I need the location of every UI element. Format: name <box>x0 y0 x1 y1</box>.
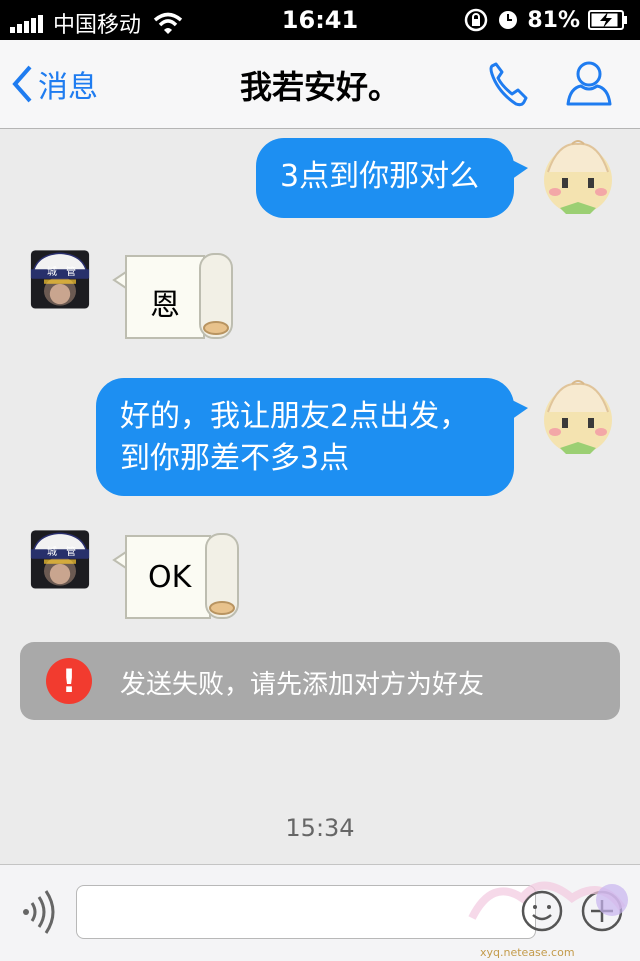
my-avatar[interactable] <box>538 376 618 456</box>
my-avatar[interactable] <box>538 136 618 216</box>
badge-right-char: 管 <box>66 265 76 278</box>
error-icon: ! <box>46 658 92 704</box>
voice-input-icon[interactable] <box>18 889 58 935</box>
status-bar: 中国移动 16:41 81% <box>0 0 640 40</box>
rotation-lock-icon <box>465 8 488 32</box>
watermark-logo-icon <box>468 881 628 920</box>
message-text: OK <box>148 560 192 595</box>
badge-left-char: 城 <box>47 546 57 558</box>
status-right: 81% <box>455 7 628 33</box>
battery-percentage: 81% <box>527 7 580 33</box>
message-timestamp: 15:34 <box>285 814 355 842</box>
message-text: 恩 <box>150 288 180 323</box>
watermark-text: xyq.netease.com <box>480 946 575 959</box>
message-bubble-outgoing[interactable]: 3点到你那对么 <box>256 138 528 218</box>
message-bubble-outgoing[interactable]: 好的，我让朋友2点出发， 到你那差不多3点 <box>96 378 528 496</box>
contact-icon[interactable] <box>564 58 614 108</box>
battery-charging-icon <box>588 10 627 30</box>
message-text-line: 好的，我让朋友2点出发， <box>120 399 470 434</box>
phone-icon[interactable] <box>486 60 530 108</box>
message-text: 3点到你那对么 <box>280 159 480 194</box>
contact-avatar[interactable]: 城 管 <box>20 230 100 310</box>
notice-text: 发送失败，请先添加对方为好友 <box>120 670 485 700</box>
badge-left-char: 城 <box>47 266 57 278</box>
send-failed-notice: ! 发送失败，请先添加对方为好友 <box>20 642 620 720</box>
badge-right-char: 管 <box>66 545 76 558</box>
alarm-icon <box>499 11 518 29</box>
message-text-line: 到你那差不多3点 <box>120 441 350 476</box>
contact-avatar[interactable]: 城 管 <box>20 510 100 590</box>
chat-title: 我若安好。 <box>239 68 400 106</box>
nav-bar: 消息 我若安好。 <box>0 40 640 129</box>
